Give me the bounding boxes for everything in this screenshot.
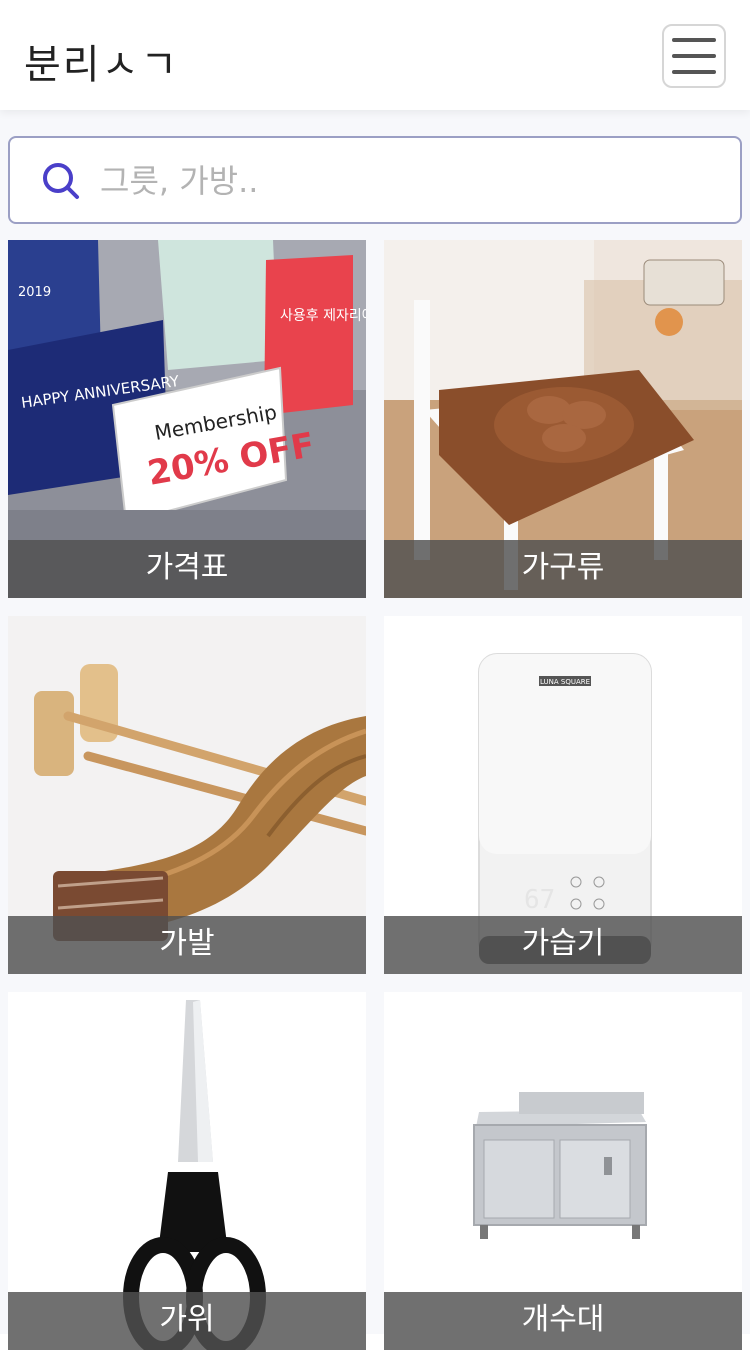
app-logo[interactable]: 분리ㅅㄱ xyxy=(24,32,179,90)
category-card-price-tag[interactable]: 2019 사용후 제자리에 놓아주세요 HAPPY ANNIVERSARY Me… xyxy=(8,240,366,598)
svg-text:67: 67 xyxy=(524,885,555,915)
return-sign-text: 사용후 제자리에 놓아주세요 xyxy=(280,308,366,324)
category-card-scissors[interactable]: 가위 xyxy=(8,992,366,1350)
category-card-humidifier[interactable]: LUNA SQUARE 67 가습기 xyxy=(384,616,742,974)
search-icon xyxy=(43,163,79,199)
category-label: 가구류 xyxy=(384,540,742,598)
main-content: 2019 사용후 제자리에 놓아주세요 HAPPY ANNIVERSARY Me… xyxy=(0,110,750,1350)
menu-button[interactable] xyxy=(662,24,726,88)
year-text: 2019 xyxy=(18,285,51,300)
search-input[interactable] xyxy=(100,154,720,208)
category-card-wig[interactable]: 가발 xyxy=(8,616,366,974)
category-label: 가위 xyxy=(8,1292,366,1350)
category-label: 가발 xyxy=(8,916,366,974)
search-bar[interactable] xyxy=(8,136,742,224)
app-header: 분리ㅅㄱ xyxy=(0,0,750,110)
category-card-sink[interactable]: 개수대 xyxy=(384,992,742,1350)
category-card-furniture[interactable]: 가구류 xyxy=(384,240,742,598)
brand-text: LUNA SQUARE xyxy=(540,678,590,686)
category-label: 가격표 xyxy=(8,540,366,598)
category-label: 가습기 xyxy=(384,916,742,974)
category-label: 개수대 xyxy=(384,1292,742,1350)
